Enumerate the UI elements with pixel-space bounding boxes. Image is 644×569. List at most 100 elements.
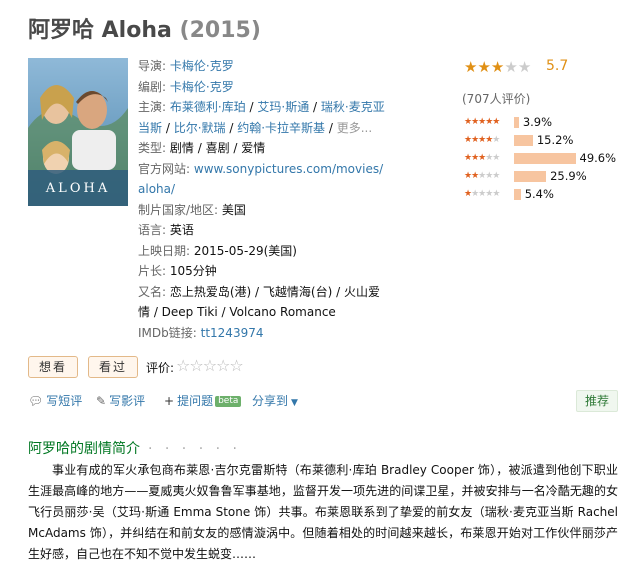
- rating-bar: [514, 171, 547, 182]
- write-review-label: 写影评: [109, 394, 146, 408]
- imdb-link[interactable]: tt1243974: [201, 326, 264, 340]
- cast-label: 主演:: [138, 100, 167, 114]
- write-short-review-label: 写短评: [46, 394, 83, 408]
- site-row: 官方网站: www.sonypictures.com/movies/aloha/: [138, 159, 386, 200]
- director-label: 导演:: [138, 59, 167, 73]
- rating-bar: [514, 117, 519, 128]
- imdb-row: IMDb链接: tt1243974: [138, 323, 386, 344]
- rating-score: 5.7: [546, 58, 569, 74]
- rate-stars[interactable]: ☆☆☆☆☆: [176, 356, 244, 375]
- page-title: 阿罗哈 Aloha (2015): [28, 12, 261, 44]
- star-icon: ★: [490, 58, 505, 76]
- rating-bar-stars: ★★★★★: [464, 171, 500, 181]
- genre-value: 爱情: [241, 141, 266, 155]
- aka-label: 又名:: [138, 284, 167, 299]
- star-icon: ★: [464, 58, 478, 76]
- summary-heading: 阿罗哈的剧情简介 · · · · · ·: [28, 438, 241, 458]
- aka-value: 恋上热爱岛(港) / 飞越情海(台) / 火山爱情 / Deep Tiki / …: [138, 284, 380, 320]
- language-value: 英语: [169, 223, 194, 237]
- cast-sep: /: [245, 100, 258, 114]
- movie-info: 导演: 卡梅伦·克罗 编剧: 卡梅伦·克罗 主演: 布莱德利·库珀 / 艾玛·斯…: [138, 56, 386, 343]
- comment-icon: 💬︎: [28, 394, 44, 408]
- poster-title-text: ALOHA: [45, 181, 110, 196]
- release-row: 上映日期: 2015-05-29(美国): [138, 241, 386, 262]
- rate-star-icon[interactable]: ☆: [216, 356, 230, 375]
- movie-name: 阿罗哈 Aloha: [28, 18, 172, 43]
- aka-row: 又名: 恋上热爱岛(港) / 飞越情海(台) / 火山爱情 / Deep Tik…: [138, 282, 386, 323]
- cast-link[interactable]: 比尔·默瑞: [174, 121, 226, 135]
- rating-distribution: ★★★★★ 3.9% ★★★★★ 15.2% ★★★★★ 49.6% ★★★★★ 25.9% ★…: [464, 114, 634, 204]
- runtime-label: 片长:: [138, 264, 167, 278]
- rating-bar: [514, 153, 576, 164]
- watched-button[interactable]: 看过: [88, 356, 138, 378]
- rating-stars: ★★★★★: [464, 58, 531, 76]
- release-value: 2015-05-29(美国): [193, 243, 297, 258]
- plus-icon: +: [164, 394, 175, 408]
- rate-star-icon[interactable]: ☆: [176, 356, 190, 375]
- language-row: 语言: 英语: [138, 220, 386, 241]
- cast-more-link[interactable]: 更多...: [337, 121, 372, 135]
- summary-dots: · · · · · ·: [148, 441, 241, 457]
- writer-label: 编剧:: [138, 79, 167, 94]
- rate-star-icon[interactable]: ☆: [203, 356, 217, 375]
- cast-sep: /: [162, 120, 174, 135]
- write-short-review-link[interactable]: 💬︎ 写短评: [28, 392, 82, 409]
- rate-label: 评价:: [146, 361, 175, 375]
- rating-bar-stars: ★★★★★: [464, 135, 500, 145]
- director-link[interactable]: 卡梅伦·克罗: [170, 59, 234, 73]
- rating-bar-percent: 3.9%: [522, 115, 553, 129]
- genre-value: 喜剧: [205, 141, 230, 155]
- rate-star-icon[interactable]: ☆: [189, 356, 203, 375]
- country-row: 制片国家/地区: 美国: [138, 200, 386, 221]
- pencil-icon: ✎: [96, 394, 107, 408]
- cast-sep: /: [225, 120, 238, 135]
- cast-sep: /: [325, 120, 337, 135]
- star-empty-icon: ★: [517, 58, 532, 76]
- rating-bar-percent: 49.6%: [579, 151, 617, 165]
- summary-text: 事业有成的军火承包商布莱恩·吉尔克雷斯特（布莱德利·库珀 Bradley Coo…: [28, 463, 618, 561]
- rating-bar-row: ★★★★★ 49.6%: [464, 150, 634, 168]
- runtime-row: 片长: 105分钟: [138, 261, 386, 282]
- rating-bar-percent: 5.4%: [524, 187, 554, 201]
- star-icon: ★: [477, 58, 491, 76]
- rating-bar-row: ★★★★★ 5.4%: [464, 186, 634, 204]
- star-empty-icon: ★: [504, 58, 518, 76]
- movie-poster[interactable]: ALOHA: [28, 58, 128, 206]
- cast-sep: /: [309, 100, 321, 114]
- rating-bar-stars: ★★★★★: [464, 189, 500, 199]
- genre-row: 类型: 剧情 / 喜剧 / 爱情: [138, 141, 266, 155]
- rating-bar: [514, 135, 533, 146]
- rating-votes-link[interactable]: (707人评价): [462, 90, 530, 107]
- site-label: 官方网站:: [138, 161, 191, 176]
- summary-title: 阿罗哈的剧情简介: [28, 441, 140, 457]
- share-link[interactable]: 分享到 ▼: [252, 392, 298, 409]
- cast-link[interactable]: 布莱德利·库珀: [170, 100, 246, 114]
- movie-year: (2015): [179, 18, 261, 43]
- rating-bar-row: ★★★★★ 15.2%: [464, 132, 634, 150]
- rate-star-icon[interactable]: ☆: [229, 356, 243, 375]
- runtime-value: 105分钟: [169, 264, 217, 278]
- rating-bar-row: ★★★★★ 25.9%: [464, 168, 634, 186]
- rating-bar-stars: ★★★★★: [464, 153, 500, 163]
- write-review-link[interactable]: ✎ 写影评: [96, 392, 145, 409]
- want-to-watch-button[interactable]: 想看: [28, 356, 78, 378]
- genre-value: 剧情: [169, 141, 194, 155]
- chevron-down-icon: ▼: [291, 398, 298, 408]
- writer-link[interactable]: 卡梅伦·克罗: [170, 80, 234, 94]
- poster-image: ALOHA: [28, 58, 128, 206]
- ask-question-link[interactable]: + 提问题 beta: [164, 392, 242, 409]
- country-label: 制片国家/地区:: [138, 202, 219, 217]
- action-bar: 💬︎ 写短评 ✎ 写影评 + 提问题 beta 分享到 ▼: [28, 392, 618, 412]
- language-label: 语言:: [138, 223, 167, 237]
- recommend-button[interactable]: 推荐: [576, 390, 618, 412]
- cast-link[interactable]: 艾玛·斯通: [257, 100, 309, 114]
- ask-question-label: 提问题: [177, 394, 214, 408]
- share-label: 分享到: [252, 394, 289, 408]
- rating-bar-percent: 25.9%: [550, 169, 587, 183]
- beta-badge: beta: [215, 396, 242, 407]
- genre-label: 类型:: [138, 141, 167, 155]
- rating-bar: [514, 189, 521, 200]
- director-row: 导演: 卡梅伦·克罗: [138, 56, 386, 77]
- imdb-label: IMDb链接:: [138, 325, 197, 340]
- cast-link[interactable]: 约翰·卡拉辛斯基: [237, 121, 325, 135]
